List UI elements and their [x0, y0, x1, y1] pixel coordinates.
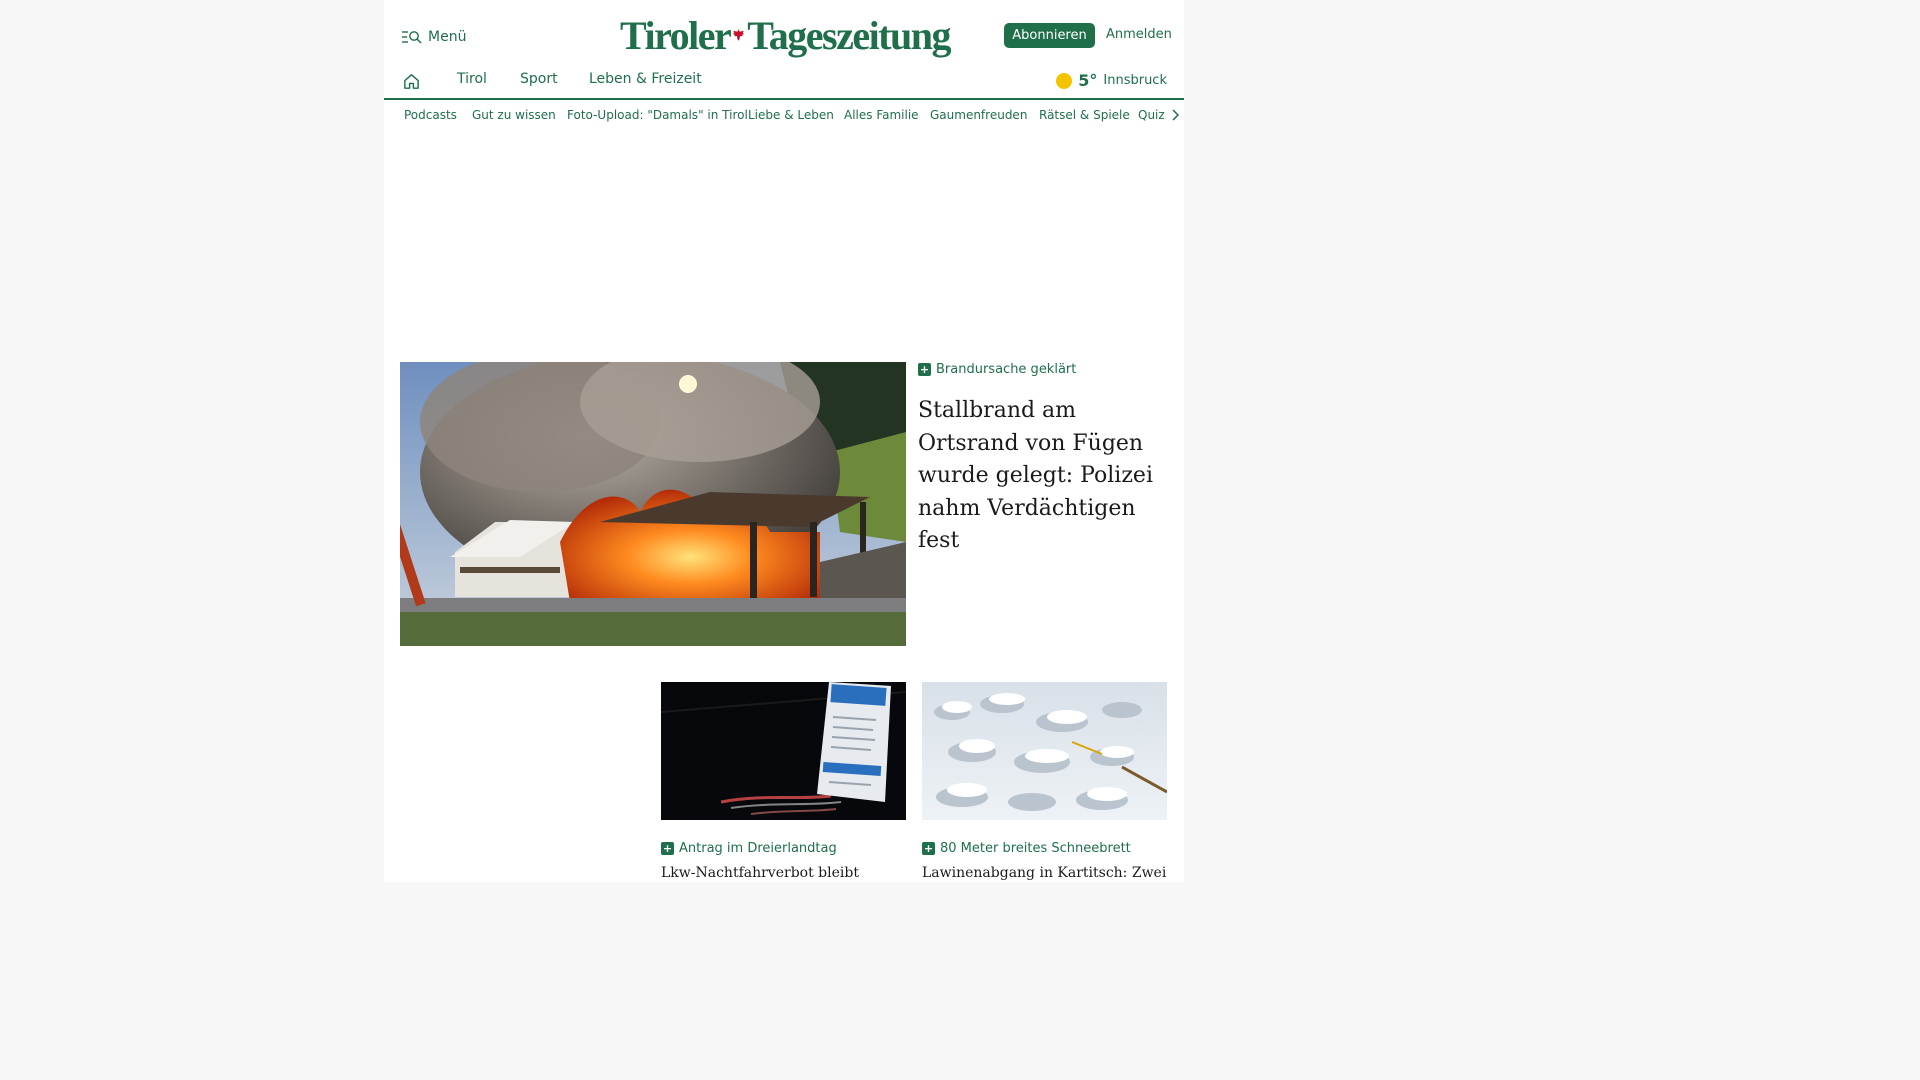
menu-label: Menü: [428, 29, 467, 45]
sun-icon: [1056, 72, 1073, 89]
hero-teaser: + Brandursache geklärt Stallbrand am Ort…: [918, 362, 1168, 558]
home-icon[interactable]: [402, 72, 421, 91]
hero-kicker: + Brandursache geklärt: [918, 362, 1168, 377]
card-image-night-traffic[interactable]: [661, 682, 906, 820]
nav-item-tirol[interactable]: Tirol: [457, 71, 487, 87]
card-kicker: + Antrag im Dreierlandtag: [661, 841, 837, 856]
plus-badge-icon: +: [918, 363, 931, 376]
main-nav: Tirol Sport Leben & Freizeit 5° Innsbruc…: [384, 64, 1184, 100]
logo-text-tiroler: Tiroler: [620, 12, 732, 58]
weather-city: Innsbruck: [1103, 73, 1167, 88]
subnav-item-podcasts[interactable]: Podcasts: [404, 108, 457, 122]
subnav-item-gut-zu-wissen[interactable]: Gut zu wissen: [472, 108, 556, 122]
subnav-item-quiz[interactable]: Quiz: [1138, 108, 1165, 122]
card-headline[interactable]: Lkw-Nachtfahrverbot bleibt: [661, 865, 859, 881]
hero-image-barn-fire[interactable]: [400, 362, 906, 646]
logo-text-tageszeitung: Tageszeitung: [747, 12, 951, 58]
plus-badge-icon: +: [922, 842, 935, 855]
subnav-item-liebe-leben[interactable]: Liebe & Leben: [748, 108, 834, 122]
ad-placeholder: [384, 132, 1184, 344]
tyrolean-eagle-icon: [732, 29, 745, 41]
page: Menü Tiroler Tageszeitung Abonnieren Anm…: [384, 0, 1184, 882]
top-bar: Menü Tiroler Tageszeitung Abonnieren Anm…: [384, 0, 1184, 70]
login-link[interactable]: Anmelden: [1106, 27, 1172, 42]
menu-button[interactable]: Menü: [402, 26, 466, 48]
subscribe-button[interactable]: Abonnieren: [1004, 23, 1095, 48]
card-headline[interactable]: Lawinenabgang in Kartitsch: Zwei: [922, 865, 1166, 881]
card-image-avalanche-snow[interactable]: [922, 682, 1167, 820]
subnav-item-raetsel-spiele[interactable]: Rätsel & Spiele: [1039, 108, 1130, 122]
sub-nav: Podcasts Gut zu wissen Foto-Upload: "Dam…: [384, 100, 1184, 132]
weather-widget[interactable]: 5° Innsbruck: [1056, 71, 1167, 90]
card-kicker: + 80 Meter breites Schneebrett: [922, 841, 1131, 856]
site-logo[interactable]: Tiroler Tageszeitung: [620, 10, 951, 60]
menu-search-icon: [402, 31, 422, 44]
nav-item-sport[interactable]: Sport: [520, 71, 558, 87]
weather-temperature: 5°: [1078, 71, 1098, 90]
card-kicker-text: Antrag im Dreierlandtag: [679, 841, 837, 856]
hero-headline[interactable]: Stallbrand am Ortsrand von Fügen wurde g…: [918, 395, 1168, 558]
subnav-item-gaumenfreuden[interactable]: Gaumenfreuden: [930, 108, 1027, 122]
nav-item-leben-freizeit[interactable]: Leben & Freizeit: [589, 71, 702, 87]
card-kicker-text: 80 Meter breites Schneebrett: [940, 841, 1131, 856]
chevron-right-icon[interactable]: [1170, 109, 1180, 121]
plus-badge-icon: +: [661, 842, 674, 855]
subnav-item-foto-upload[interactable]: Foto-Upload: "Damals" in Tirol: [567, 108, 748, 122]
hero-kicker-text: Brandursache geklärt: [936, 362, 1077, 377]
subnav-item-alles-familie[interactable]: Alles Familie: [844, 108, 919, 122]
